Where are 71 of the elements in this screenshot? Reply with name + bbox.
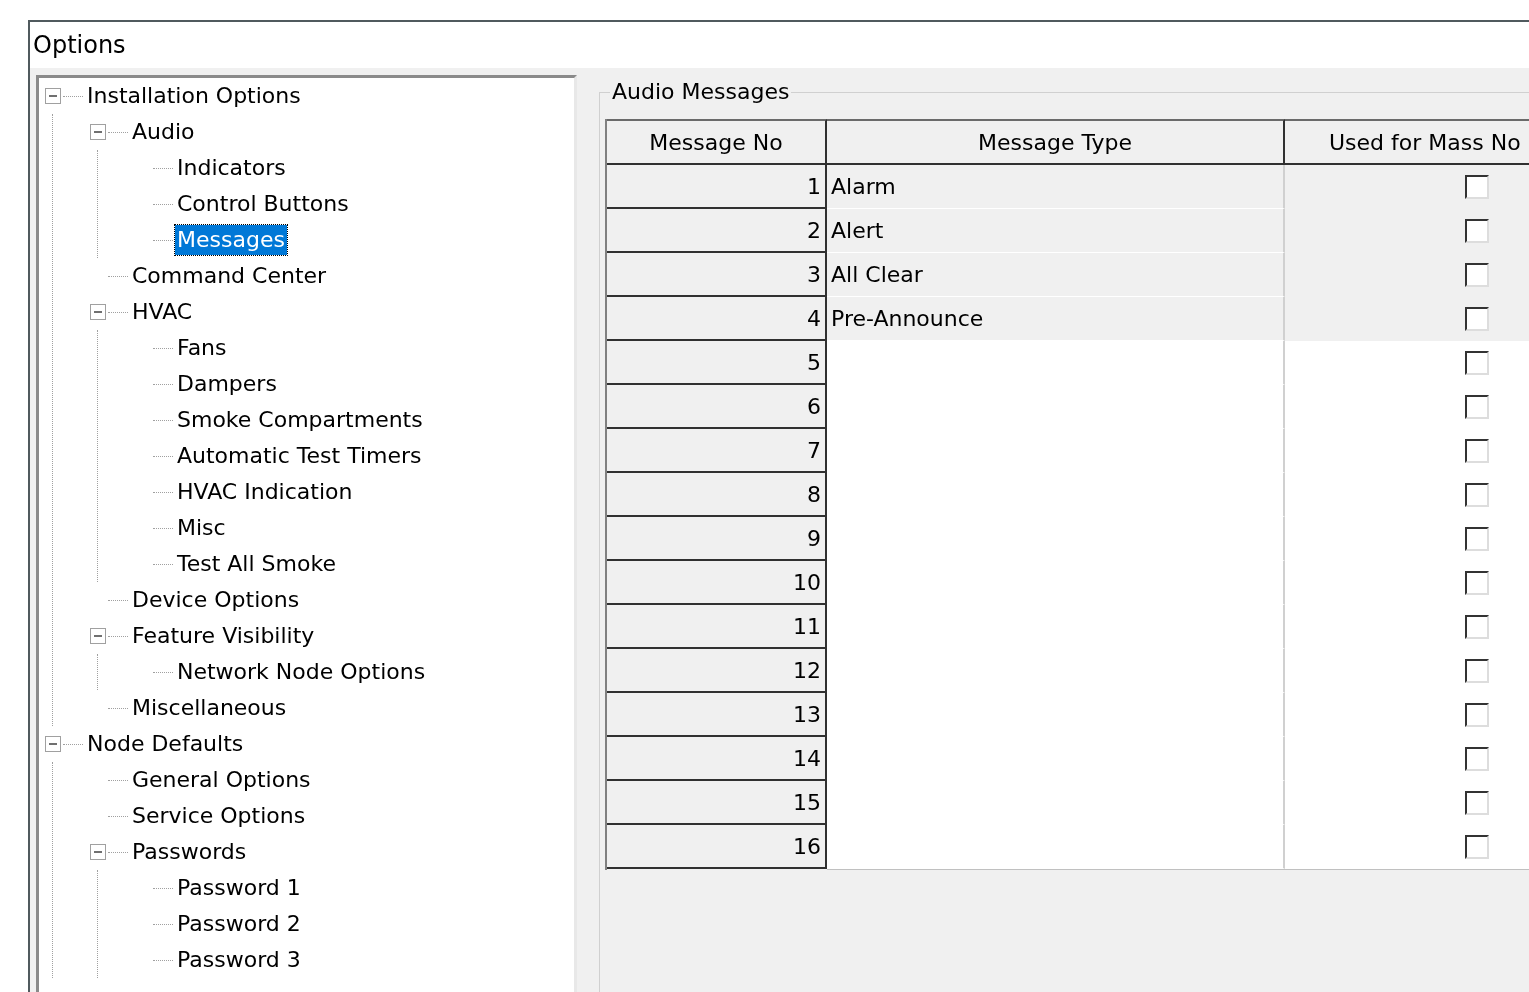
tree-item[interactable]: Smoke Compartments [175,405,425,435]
collapse-toggle[interactable] [90,304,106,320]
tree-item[interactable]: Service Options [130,801,308,831]
checkbox[interactable] [1465,395,1489,419]
tree-item[interactable]: Dampers [175,369,279,399]
checkbox[interactable] [1465,307,1489,331]
checkbox[interactable] [1465,263,1489,287]
tree-item[interactable]: Audio [130,117,197,147]
checkbox[interactable] [1465,527,1489,551]
checkbox[interactable] [1465,439,1489,463]
checkbox[interactable] [1465,615,1489,639]
row-header[interactable]: 14 [607,737,827,781]
table-cell: Alarm [827,165,1285,209]
checkbox[interactable] [1465,175,1489,199]
tree-item[interactable]: Misc [175,513,228,543]
row-header[interactable]: 3 [607,253,827,297]
row-header[interactable]: 10 [607,561,827,605]
row-header[interactable]: 11 [607,605,827,649]
collapse-toggle[interactable] [45,88,61,104]
tree-item[interactable]: Miscellaneous [130,693,289,723]
table-cell: Pre-Announce [827,297,1285,341]
table-cell: All Clear [827,253,1285,297]
row-header[interactable]: 9 [607,517,827,561]
table-cell: Alert [827,209,1285,253]
column-header[interactable]: Message No [607,119,827,165]
row-header[interactable]: 7 [607,429,827,473]
tree-item[interactable]: Test All Smoke [175,549,338,579]
row-header[interactable]: 16 [607,825,827,869]
row-header[interactable]: 15 [607,781,827,825]
window-title: Options [30,22,1529,68]
row-header[interactable]: 8 [607,473,827,517]
checkbox[interactable] [1465,791,1489,815]
checkbox[interactable] [1465,219,1489,243]
tree-item[interactable]: General Options [130,765,313,795]
tree-item[interactable]: Network Node Options [175,657,428,687]
row-header[interactable]: 2 [607,209,827,253]
row-header[interactable]: 12 [607,649,827,693]
checkbox[interactable] [1465,703,1489,727]
tree-item[interactable]: Node Defaults [85,729,246,759]
checkbox[interactable] [1465,483,1489,507]
checkbox[interactable] [1465,571,1489,595]
checkbox[interactable] [1465,747,1489,771]
tree-item[interactable]: Feature Visibility [130,621,317,651]
checkbox[interactable] [1465,835,1489,859]
tree-item[interactable]: Password 3 [175,945,303,975]
tree-item[interactable]: Password 2 [175,909,303,939]
row-header[interactable]: 6 [607,385,827,429]
tree-item[interactable]: HVAC [130,297,195,327]
row-header[interactable]: 5 [607,341,827,385]
tree-item[interactable]: Passwords [130,837,249,867]
tree-item[interactable]: Indicators [175,153,288,183]
column-header[interactable]: Message Type [827,119,1285,165]
tree-item[interactable]: Automatic Test Timers [175,441,424,471]
collapse-toggle[interactable] [90,844,106,860]
tree-item[interactable]: HVAC Indication [175,477,355,507]
checkbox[interactable] [1465,659,1489,683]
collapse-toggle[interactable] [90,628,106,644]
tree-item[interactable]: Messages [175,225,287,255]
collapse-toggle[interactable] [90,124,106,140]
tree-item[interactable]: Device Options [130,585,302,615]
column-header[interactable]: Used for Mass No [1285,119,1529,165]
tree-item[interactable]: Installation Options [85,81,303,111]
collapse-toggle[interactable] [45,736,61,752]
tree-item[interactable]: Password 1 [175,873,303,903]
checkbox[interactable] [1465,351,1489,375]
row-header[interactable]: 13 [607,693,827,737]
tree-item[interactable]: Control Buttons [175,189,351,219]
row-header[interactable]: 4 [607,297,827,341]
tree-item[interactable]: Fans [175,333,229,363]
tree-item[interactable]: Command Center [130,261,329,291]
row-header[interactable]: 1 [607,165,827,209]
